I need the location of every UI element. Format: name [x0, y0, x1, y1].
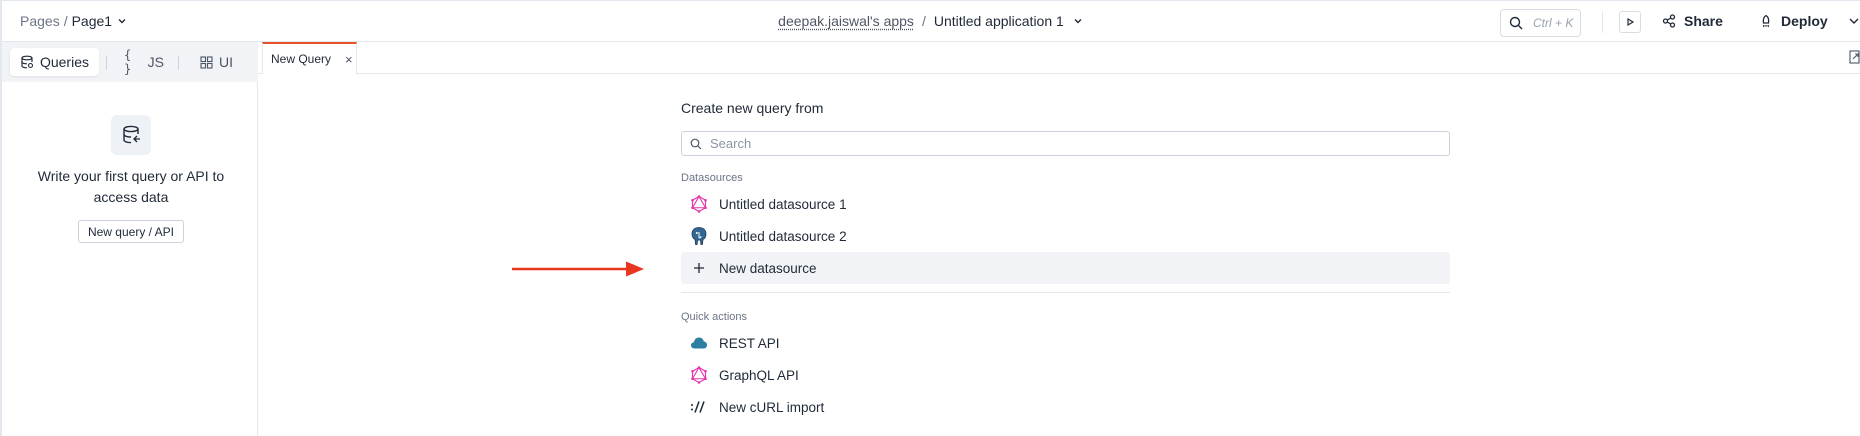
tab-new-query-label: New Query: [271, 52, 332, 66]
deploy-button[interactable]: Deploy: [1759, 13, 1828, 29]
app-name[interactable]: Untitled application 1: [934, 13, 1064, 29]
braces-icon: { }: [124, 48, 132, 76]
segment-divider: [178, 56, 179, 70]
graphql-icon: [689, 365, 709, 385]
quick-action-label: REST API: [719, 335, 780, 351]
segment-divider: [106, 56, 107, 70]
breadcrumb-separator: /: [63, 13, 68, 29]
datasource-label: Untitled datasource 2: [719, 228, 847, 244]
quick-action-item[interactable]: REST API: [681, 327, 1450, 359]
omnibar-search-button[interactable]: Ctrl + K: [1500, 9, 1581, 37]
header-divider: [1602, 11, 1603, 33]
tab-js-label: JS: [147, 54, 164, 70]
graphql-icon: [689, 194, 709, 214]
widgets-icon: [200, 55, 213, 69]
datasource-item[interactable]: Untitled datasource 1: [681, 188, 1450, 220]
datasource-item[interactable]: Untitled datasource 2: [681, 220, 1450, 252]
app-title-bar: deepak.jaiswal's apps / Untitled applica…: [2, 13, 1860, 29]
new-datasource-item[interactable]: New datasource: [681, 252, 1450, 284]
curl-icon: [689, 397, 709, 417]
quick-action-item[interactable]: New cURL import: [681, 391, 1450, 423]
new-query-api-button[interactable]: New query / API: [78, 220, 184, 243]
top-header: Pages / Page1 deepak.jaiswal's apps / Un…: [0, 0, 1860, 42]
plus-icon: [689, 258, 709, 278]
create-query-title: Create new query from: [681, 100, 824, 116]
left-sidebar: Queries { } JS UI Write your first query…: [0, 42, 258, 436]
breadcrumb[interactable]: Pages / Page1: [20, 13, 128, 29]
quick-action-label: New cURL import: [719, 399, 825, 415]
tab-js[interactable]: { } JS: [114, 48, 174, 76]
tab-ui-label: UI: [219, 54, 233, 70]
new-datasource-label: New datasource: [719, 260, 817, 276]
search-icon: [1509, 16, 1523, 30]
datasource-label: Untitled datasource 1: [719, 196, 847, 212]
section-divider: [681, 292, 1450, 293]
tab-queries[interactable]: Queries: [10, 48, 99, 76]
workspace-link[interactable]: deepak.jaiswal's apps: [778, 13, 914, 29]
quick-actions-section-label: Quick actions: [681, 311, 748, 323]
search-icon: [690, 138, 702, 149]
share-icon: [1662, 14, 1676, 28]
cloud-icon: [689, 333, 709, 353]
share-label: Share: [1684, 13, 1723, 29]
tab-ui[interactable]: UI: [190, 48, 246, 76]
run-app-button[interactable]: [1619, 11, 1641, 33]
title-separator: /: [921, 13, 926, 29]
database-icon: [21, 55, 34, 69]
expand-icon[interactable]: [1849, 50, 1860, 64]
close-icon[interactable]: ×: [345, 52, 353, 67]
quick-action-item[interactable]: GraphQL API: [681, 359, 1450, 391]
breadcrumb-root[interactable]: Pages: [20, 13, 60, 29]
rocket-icon: [1762, 14, 1770, 28]
chevron-down-icon[interactable]: [1848, 15, 1860, 27]
chevron-down-icon[interactable]: [116, 15, 128, 27]
breadcrumb-page[interactable]: Page1: [72, 13, 112, 29]
datasources-section-label: Datasources: [681, 172, 743, 184]
deploy-label: Deploy: [1781, 13, 1828, 29]
pointer-arrow-icon: [512, 261, 644, 277]
search-input[interactable]: [710, 136, 1430, 151]
quick-action-label: GraphQL API: [719, 367, 799, 383]
datasource-search[interactable]: [681, 131, 1450, 156]
empty-state-icon: [111, 115, 151, 155]
tab-new-query[interactable]: New Query ×: [262, 42, 357, 74]
sidebar-segmented-control: Queries { } JS UI: [2, 42, 258, 82]
chevron-down-icon[interactable]: [1072, 15, 1084, 27]
editor-tab-bar: New Query ×: [258, 42, 1860, 74]
database-icon: [123, 125, 140, 144]
share-button[interactable]: Share: [1662, 13, 1723, 29]
postgres-icon: [689, 226, 709, 246]
play-icon: [1627, 17, 1635, 27]
empty-state-text: Write your first query or API to access …: [37, 168, 225, 205]
tab-queries-label: Queries: [39, 54, 89, 70]
search-shortcut-hint: Ctrl + K: [1533, 16, 1574, 30]
